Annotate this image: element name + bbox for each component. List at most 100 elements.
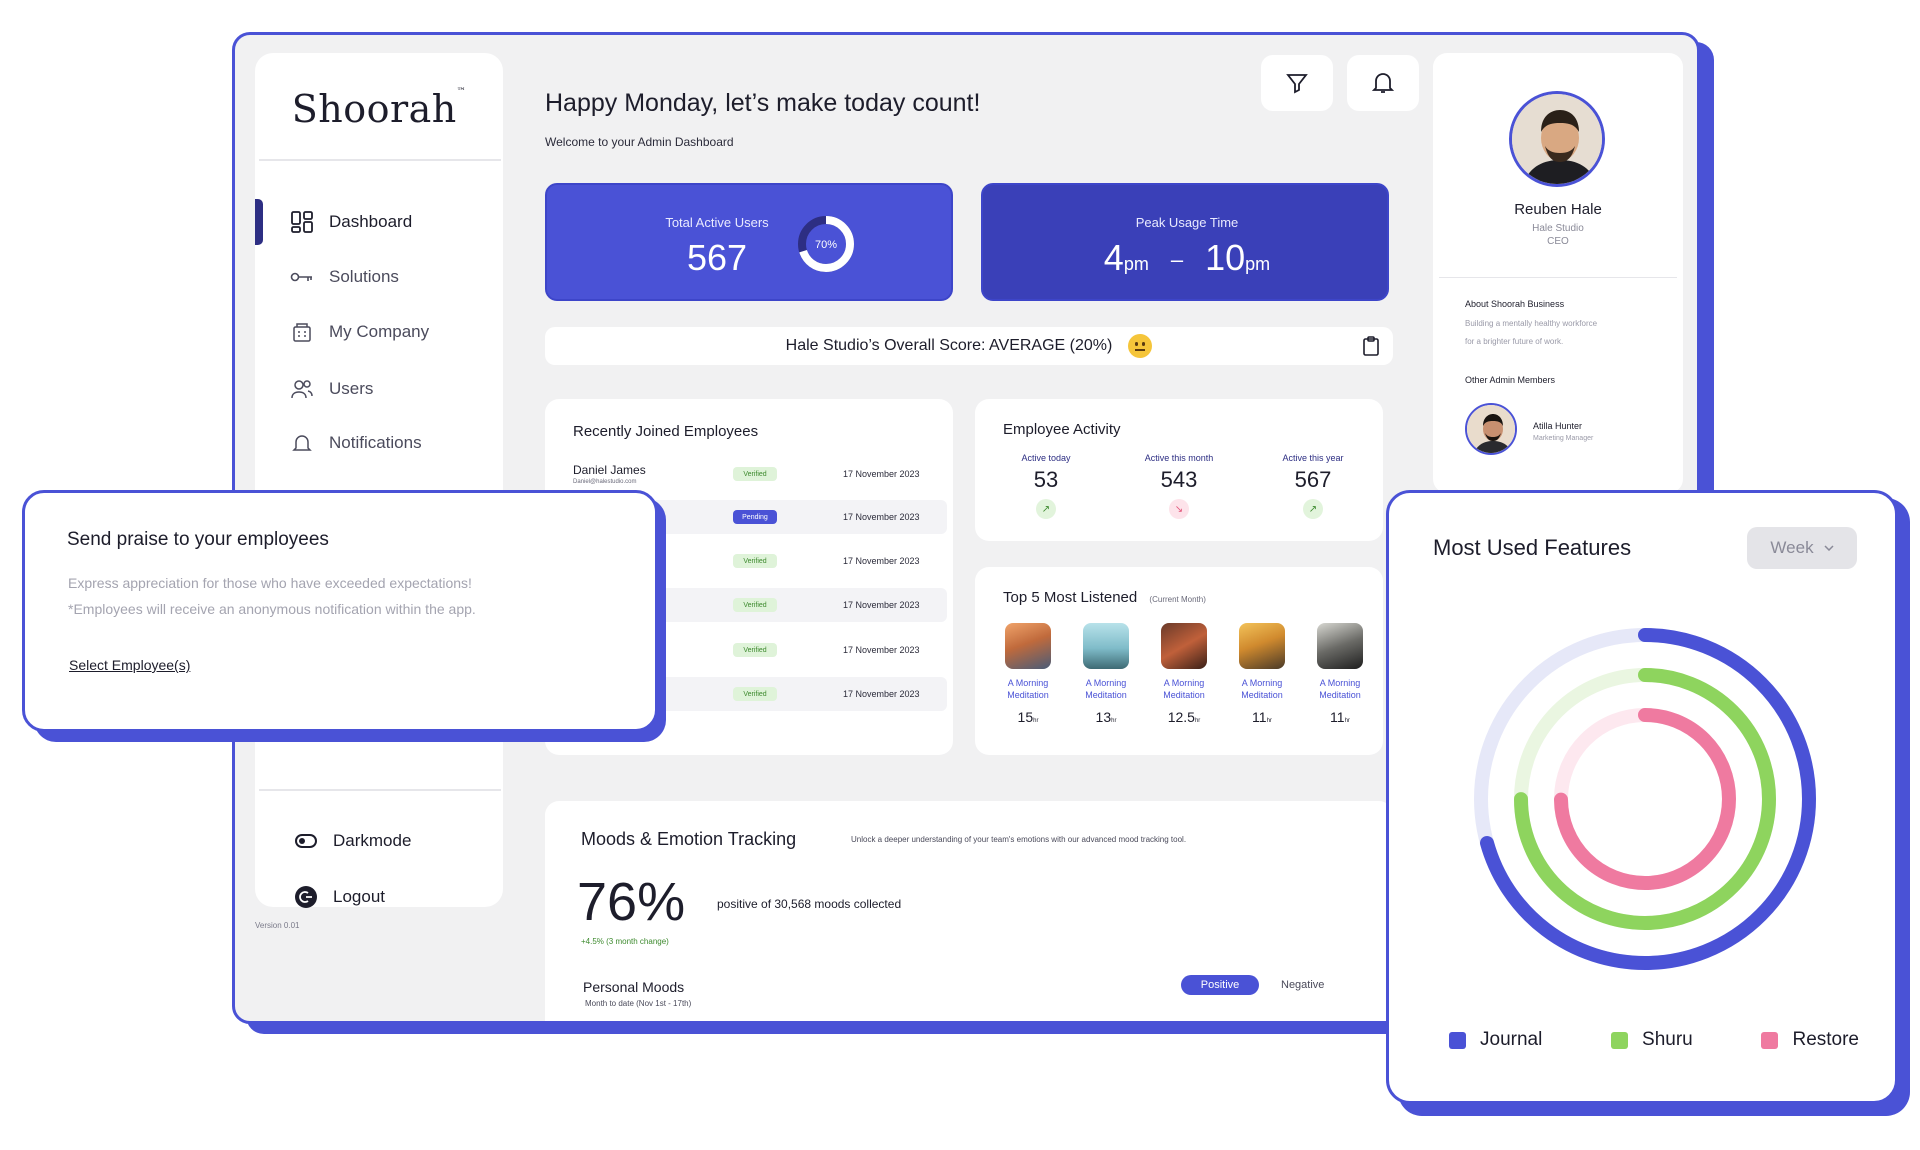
toggle-icon: [293, 828, 319, 854]
join-date: 17 November 2023: [843, 645, 920, 655]
tab-negative[interactable]: Negative: [1281, 979, 1324, 991]
legend-swatch: [1449, 1031, 1466, 1049]
total-active-users-value: 567: [686, 237, 748, 278]
period-dropdown[interactable]: Week: [1747, 527, 1857, 569]
clipboard-icon[interactable]: [1363, 336, 1379, 356]
meditation-name: A Morning Meditation: [1319, 678, 1361, 700]
donut-label: 70%: [815, 239, 837, 251]
overall-score-text: Hale Studio’s Overall Score: AVERAGE (20…: [785, 337, 1113, 354]
active-users-donut: 70%: [798, 216, 854, 272]
legend-journal: Journal: [1449, 1029, 1542, 1051]
meditation-hours: 12.5hr: [1167, 709, 1201, 725]
meditation-thumbnail: [1005, 623, 1051, 669]
overall-score-bar: Hale Studio’s Overall Score: AVERAGE (20…: [545, 327, 1393, 365]
employee-activity-title: Employee Activity: [1003, 421, 1121, 438]
meditation-hours: 15hr: [1017, 709, 1039, 725]
activity-month: Active this month 543 ↘: [1113, 453, 1245, 519]
sidebar: Shoorah™ Dashboard Solutions My Company: [255, 53, 503, 908]
status-badge: Verified: [733, 643, 777, 657]
profile-company: Hale Studio: [1532, 223, 1584, 234]
filter-button[interactable]: [1261, 55, 1333, 111]
praise-card: Send praise to your employees Express ap…: [22, 490, 658, 732]
bell-icon: [289, 430, 315, 456]
trend-down-icon: ↘: [1169, 499, 1189, 519]
top-listened-title: Top 5 Most Listened (Current Month): [1003, 589, 1206, 606]
profile-divider: [1439, 277, 1677, 278]
meditation-hours: 11hr: [1252, 709, 1272, 725]
join-date: 17 November 2023: [843, 600, 920, 610]
active-month-label: Active this month: [1144, 453, 1214, 463]
sidebar-item-dashboard[interactable]: Dashboard: [289, 204, 412, 240]
user-portrait-icon: [1512, 94, 1602, 184]
top-listened-list: A Morning Meditation 15hr A Morning Medita…: [999, 623, 1369, 725]
meditation-thumbnail: [1317, 623, 1363, 669]
legend-restore: Restore: [1761, 1029, 1859, 1051]
select-employees-link[interactable]: Select Employee(s): [69, 657, 190, 673]
admin-avatar[interactable]: [1465, 403, 1517, 455]
sidebar-item-label: Solutions: [329, 267, 399, 286]
period-value: Week: [1770, 538, 1814, 557]
employee-activity-panel: Employee Activity Active today 53 ↗ Acti…: [975, 399, 1383, 541]
meditation-name: A Morning Meditation: [1241, 678, 1283, 700]
features-title: Most Used Features: [1433, 535, 1632, 560]
meditation-hours: 11hr: [1330, 709, 1350, 725]
mood-change: +4.5% (3 month change): [581, 937, 669, 946]
meditation-name: A Morning Meditation: [1085, 678, 1127, 700]
list-item[interactable]: A Morning Meditation 11hr: [1233, 623, 1291, 725]
list-item[interactable]: A Morning Meditation 15hr: [999, 623, 1057, 725]
peak-usage-label: Peak Usage Time: [1135, 215, 1239, 230]
admin-portrait-icon: [1467, 405, 1515, 453]
activity-year: Active this year 567 ↗: [1257, 453, 1369, 519]
legend-swatch: [1611, 1031, 1629, 1049]
darkmode-toggle[interactable]: Darkmode: [293, 823, 411, 859]
notifications-button[interactable]: [1347, 55, 1419, 111]
profile-name: Reuben Hale: [1514, 201, 1602, 218]
list-item[interactable]: A Morning Meditation 13hr: [1077, 623, 1135, 725]
status-badge: Verified: [733, 467, 777, 481]
praise-line-2: *Employees will receive an anonymous not…: [68, 601, 476, 617]
admins-title: Other Admin Members: [1465, 375, 1556, 385]
join-date: 17 November 2023: [843, 469, 920, 479]
logout-button[interactable]: Logout: [293, 879, 385, 915]
join-date: 17 November 2023: [843, 556, 920, 566]
profile-panel: Reuben Hale Hale Studio CEO About Shoora…: [1433, 53, 1683, 493]
employee-name: Daniel James: [573, 463, 646, 477]
table-row[interactable]: Daniel James Daniel@halestudio.com Verif…: [553, 457, 947, 491]
trend-up-icon: ↗: [1036, 499, 1056, 519]
features-legend: Journal Shuru Restore: [1449, 1029, 1859, 1051]
logout-icon: [293, 884, 319, 910]
meditation-name: A Morning Meditation: [1007, 678, 1049, 700]
about-title: About Shoorah Business: [1465, 299, 1565, 309]
tab-positive[interactable]: Positive: [1181, 975, 1259, 995]
moods-panel: Moods & Emotion Tracking Unlock a deeper…: [545, 801, 1393, 1021]
total-active-users-label: Total Active Users: [665, 215, 769, 230]
praise-title: Send praise to your employees: [67, 529, 329, 550]
status-badge: Verified: [733, 598, 777, 612]
meditation-name: A Morning Meditation: [1163, 678, 1205, 700]
sidebar-item-label: Users: [329, 379, 374, 398]
positive-mood-percent: 76%: [577, 872, 686, 932]
status-badge: Verified: [733, 554, 777, 568]
bell-icon: [1372, 73, 1394, 93]
moods-description: Unlock a deeper understanding of your te…: [851, 835, 1187, 844]
sidebar-item-notifications[interactable]: Notifications: [289, 425, 422, 461]
join-date: 17 November 2023: [843, 512, 920, 522]
key-icon: [289, 264, 315, 290]
about-line-2: for a brighter future of work.: [1465, 337, 1564, 346]
users-icon: [289, 376, 315, 402]
sidebar-item-solutions[interactable]: Solutions: [289, 259, 399, 295]
active-year-value: 567: [1294, 467, 1332, 492]
profile-role: CEO: [1547, 236, 1569, 247]
sidebar-item-label: Dashboard: [329, 212, 413, 231]
activity-today: Active today 53 ↗: [993, 453, 1099, 519]
app-logo: Shoorah™: [291, 87, 467, 131]
list-item[interactable]: A Morning Meditation 11hr: [1311, 623, 1369, 725]
active-year-label: Active this year: [1282, 453, 1344, 463]
sidebar-item-my-company[interactable]: My Company: [289, 314, 429, 350]
list-item[interactable]: A Morning Meditation 12.5hr: [1155, 623, 1213, 725]
sidebar-divider: [259, 159, 501, 161]
avatar[interactable]: [1509, 91, 1605, 187]
sidebar-item-users[interactable]: Users: [289, 371, 373, 407]
about-line-1: Building a mentally healthy workforce: [1465, 319, 1598, 328]
neutral-face-icon: [1128, 334, 1153, 358]
